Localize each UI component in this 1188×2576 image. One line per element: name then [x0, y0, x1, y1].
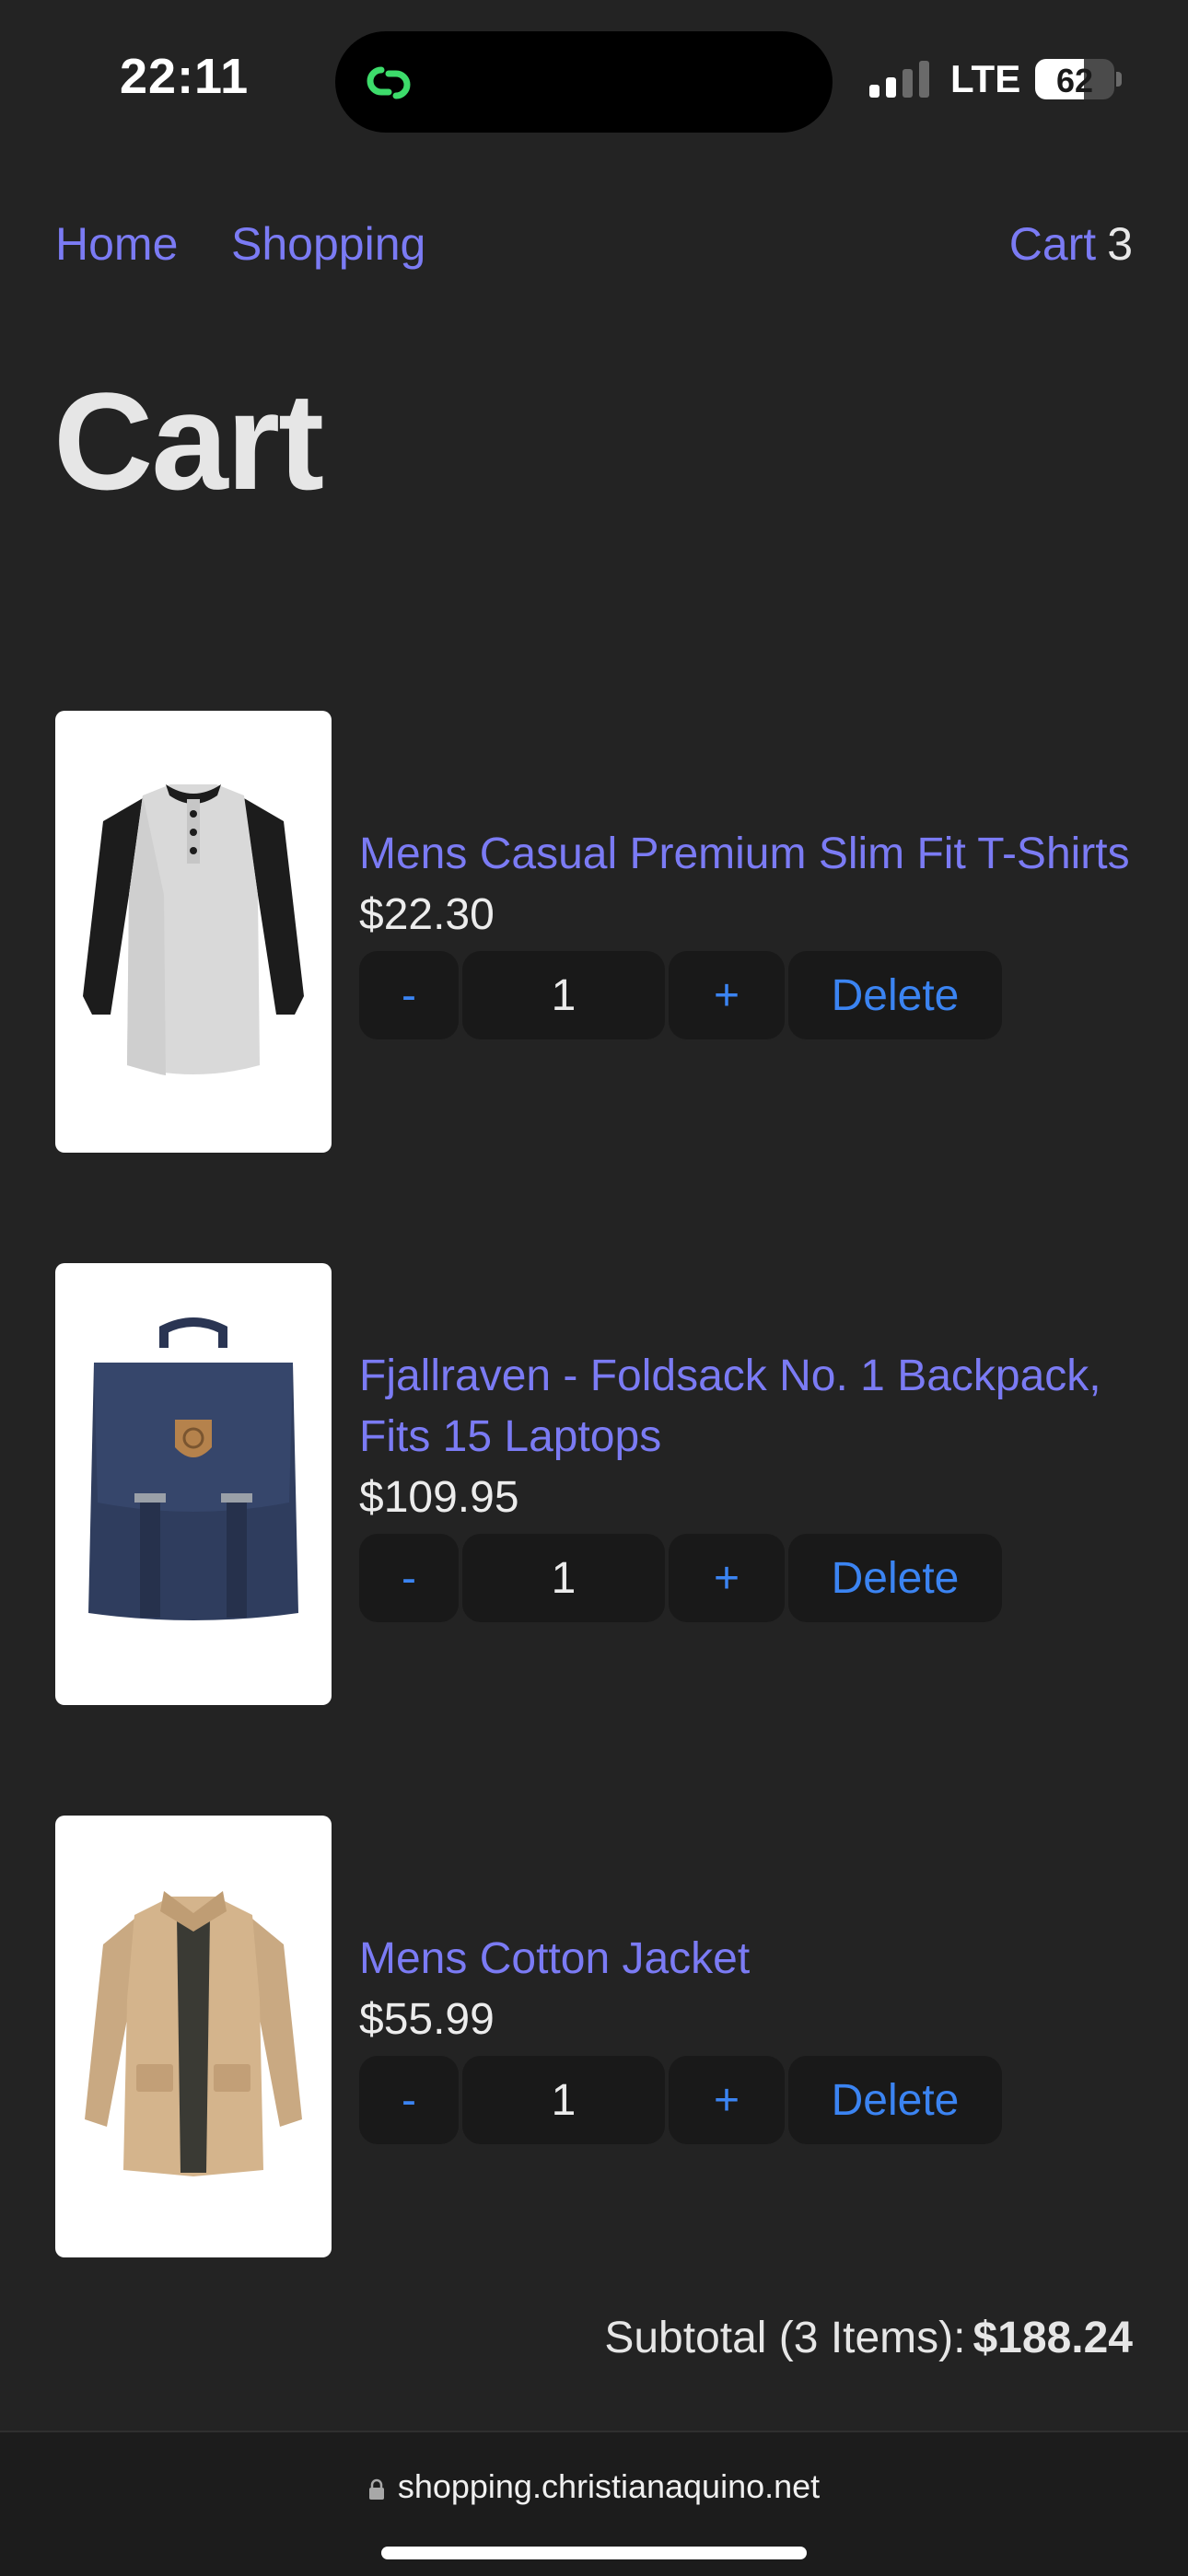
quantity-controls: - 1 + Delete — [359, 1534, 1142, 1622]
nav-cart-link[interactable]: Cart 3 — [1009, 217, 1133, 271]
backpack-image[interactable] — [55, 1263, 332, 1705]
delete-item-button[interactable]: Delete — [788, 1534, 1002, 1622]
quantity-value: 1 — [462, 2056, 665, 2144]
url-display[interactable]: shopping.christianaquino.net — [0, 2467, 1188, 2506]
dynamic-island — [335, 31, 833, 133]
item-info: Fjallraven - Foldsack No. 1 Backpack, Fi… — [359, 1263, 1142, 1705]
battery-percent: 62 — [1055, 62, 1094, 99]
network-type: LTE — [950, 57, 1021, 100]
delete-item-button[interactable]: Delete — [788, 2056, 1002, 2144]
browser-address-bar[interactable]: shopping.christianaquino.net — [0, 2431, 1188, 2576]
jacket-image[interactable] — [55, 1816, 332, 2257]
item-price: $109.95 — [359, 1473, 519, 1522]
home-indicator[interactable] — [381, 2547, 807, 2559]
battery-nub — [1116, 72, 1122, 87]
page-title: Cart — [53, 364, 324, 518]
increase-quantity-button[interactable]: + — [669, 2056, 785, 2144]
status-bar: 22:11 LTE 62 — [0, 0, 1188, 157]
cart-item: Mens Casual Premium Slim Fit T-Shirts $2… — [55, 711, 1142, 1153]
cart-item: Fjallraven - Foldsack No. 1 Backpack, Fi… — [55, 1263, 1142, 1705]
subtotal-value: $188.24 — [973, 2314, 1133, 2362]
item-name-link[interactable]: Fjallraven - Foldsack No. 1 Backpack, Fi… — [359, 1346, 1142, 1468]
increase-quantity-button[interactable]: + — [669, 951, 785, 1039]
nav-shopping-link[interactable]: Shopping — [231, 217, 425, 271]
cart-label[interactable]: Cart — [1009, 218, 1096, 270]
item-name-link[interactable]: Mens Cotton Jacket — [359, 1929, 1142, 1990]
cellular-signal-icon — [869, 59, 930, 98]
delete-item-button[interactable]: Delete — [788, 951, 1002, 1039]
tshirt-image[interactable] — [55, 711, 332, 1153]
cart-count-badge: 3 — [1107, 218, 1133, 270]
link-app-icon — [367, 66, 411, 99]
decrease-quantity-button[interactable]: - — [359, 951, 459, 1039]
item-info: Mens Casual Premium Slim Fit T-Shirts $2… — [359, 711, 1142, 1153]
increase-quantity-button[interactable]: + — [669, 1534, 785, 1622]
quantity-controls: - 1 + Delete — [359, 951, 1142, 1039]
subtotal: Subtotal (3 Items): $188.24 — [604, 2313, 1133, 2363]
battery-icon: 62 — [1035, 59, 1114, 99]
item-price: $22.30 — [359, 890, 495, 939]
decrease-quantity-button[interactable]: - — [359, 2056, 459, 2144]
quantity-value: 1 — [462, 1534, 665, 1622]
subtotal-label: Subtotal (3 Items): — [604, 2314, 966, 2362]
item-info: Mens Cotton Jacket $55.99 - 1 + Delete — [359, 1816, 1142, 2257]
decrease-quantity-button[interactable]: - — [359, 1534, 459, 1622]
quantity-controls: - 1 + Delete — [359, 2056, 1142, 2144]
nav-home-link[interactable]: Home — [55, 217, 178, 271]
status-time: 22:11 — [120, 49, 250, 104]
item-price: $55.99 — [359, 1995, 495, 2044]
quantity-value: 1 — [462, 951, 665, 1039]
url-text[interactable]: shopping.christianaquino.net — [398, 2467, 820, 2505]
item-name-link[interactable]: Mens Casual Premium Slim Fit T-Shirts — [359, 824, 1142, 885]
lock-icon — [368, 2478, 384, 2500]
cart-item: Mens Cotton Jacket $55.99 - 1 + Delete — [55, 1816, 1142, 2257]
